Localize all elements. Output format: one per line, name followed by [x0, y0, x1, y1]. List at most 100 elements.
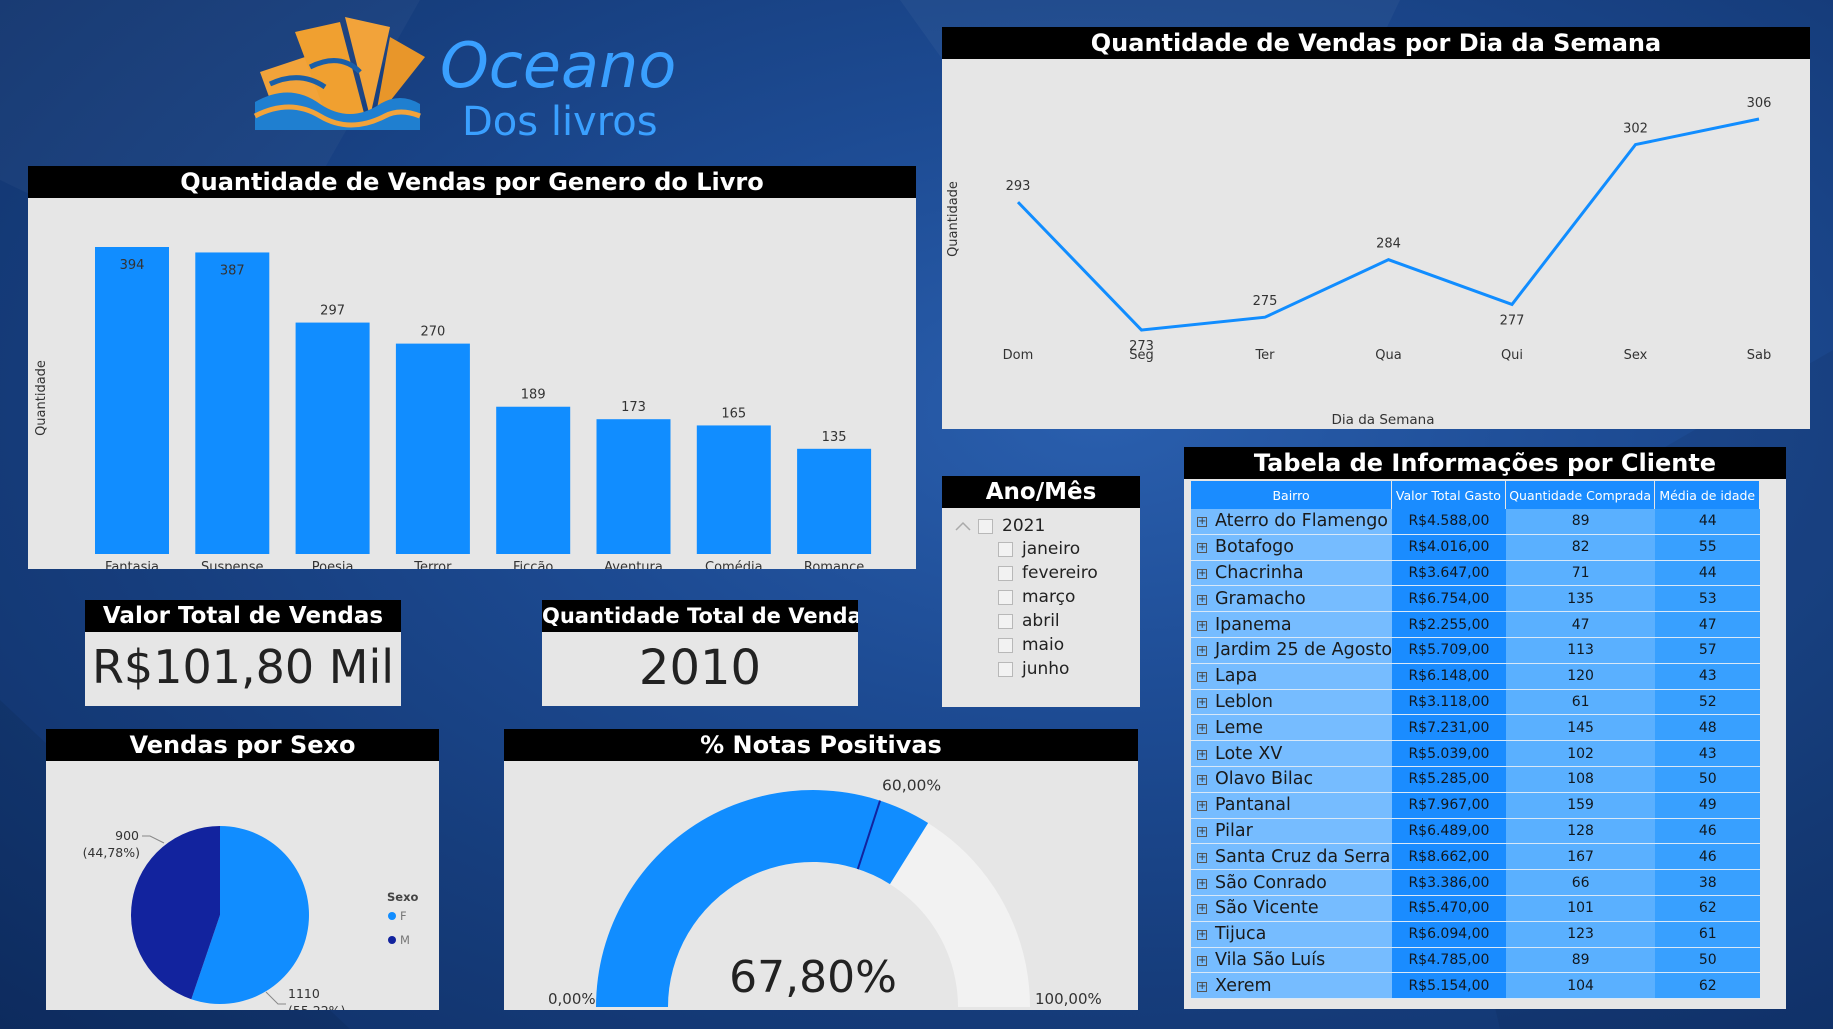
column-header[interactable]: Média de idade: [1655, 481, 1760, 509]
year-checkbox[interactable]: [978, 518, 993, 534]
expand-plus-icon[interactable]: +: [1197, 930, 1207, 941]
month-checkbox[interactable]: [998, 541, 1013, 557]
month-checkbox[interactable]: [998, 613, 1013, 629]
table-row[interactable]: + Santa Cruz da Serra R$8.662,00 167 46: [1191, 844, 1760, 871]
column-header[interactable]: Bairro: [1191, 481, 1393, 509]
expand-plus-icon[interactable]: +: [1197, 672, 1207, 683]
expand-plus-icon[interactable]: +: [1197, 594, 1207, 605]
expand-plus-icon[interactable]: +: [1197, 568, 1207, 579]
expand-plus-icon[interactable]: +: [1197, 543, 1207, 554]
expand-plus-icon[interactable]: +: [1197, 723, 1207, 734]
bairro-cell: + Tijuca: [1191, 921, 1393, 948]
legend-label: M: [400, 933, 410, 947]
column-header[interactable]: Quantidade Comprada: [1505, 481, 1656, 509]
card-valor-total[interactable]: Valor Total de Vendas R$101,80 Mil: [85, 600, 401, 706]
bar-Aventura[interactable]: [596, 419, 671, 554]
table-row[interactable]: + Lapa R$6.148,00 120 43: [1191, 663, 1760, 690]
expand-plus-icon[interactable]: +: [1197, 646, 1207, 657]
table-row[interactable]: + Aterro do Flamengo R$4.588,00 89 44: [1191, 509, 1760, 535]
expand-plus-icon[interactable]: +: [1197, 826, 1207, 837]
slicer-month-março[interactable]: março: [998, 587, 1075, 607]
media-idade-cell: 48: [1655, 715, 1760, 742]
bairro-label: Tijuca: [1215, 924, 1267, 945]
series-line[interactable]: [1016, 117, 1760, 332]
column-header[interactable]: Valor Total Gasto: [1392, 481, 1506, 509]
genre-bar-chart[interactable]: 394 Fantasia 387 Suspense 297 Poesia 270 Terror…: [28, 198, 916, 593]
month-checkbox[interactable]: [998, 637, 1013, 653]
legend-marker-M[interactable]: [388, 936, 396, 944]
valor-cell: R$6.754,00: [1392, 586, 1506, 613]
table-row[interactable]: + Ipanema R$2.255,00 47 47: [1191, 612, 1760, 638]
card-quantidade-total[interactable]: Quantidade Total de Vendas 2010: [542, 600, 858, 706]
slice-value-label: 1110: [288, 986, 320, 1001]
bairro-label: Xerem: [1215, 975, 1272, 996]
bar-Romance[interactable]: [797, 448, 872, 554]
valor-cell: R$3.386,00: [1392, 870, 1506, 896]
table-row[interactable]: + Lote XV R$5.039,00 102 43: [1191, 741, 1760, 767]
bar-Suspense[interactable]: [195, 252, 270, 554]
table-row[interactable]: + São Conrado R$3.386,00 66 38: [1191, 870, 1760, 896]
collapse-chevron-icon[interactable]: [954, 520, 972, 532]
weekday-line-chart-panel[interactable]: Quantidade de Vendas por Dia da Semana 2…: [942, 27, 1810, 429]
ano-mes-slicer[interactable]: Ano/Mês 2021 janeiro fevereiro março abril m…: [942, 476, 1140, 707]
bairro-cell: + Lote XV: [1191, 741, 1393, 767]
point-data-label: 306: [1747, 96, 1772, 111]
expand-plus-icon[interactable]: +: [1197, 981, 1207, 992]
quantidade-cell: 82: [1505, 534, 1656, 561]
table-row[interactable]: + Tijuca R$6.094,00 123 61: [1191, 921, 1760, 948]
expand-plus-icon[interactable]: +: [1197, 852, 1207, 863]
table-row[interactable]: + Chacrinha R$3.647,00 71 44: [1191, 560, 1760, 587]
notas-positivas-gauge[interactable]: 60,00% 67,80% 0,00% 100,00%: [504, 761, 1138, 1010]
expand-plus-icon[interactable]: +: [1197, 517, 1207, 528]
table-row[interactable]: + Leme R$7.231,00 145 48: [1191, 715, 1760, 742]
clientes-table[interactable]: Bairro Valor Total Gasto Quantidade Compra…: [1191, 481, 1760, 1000]
bairro-label: Olavo Bilac: [1215, 769, 1314, 790]
table-row[interactable]: + Olavo Bilac R$5.285,00 108 50: [1191, 766, 1760, 793]
table-row[interactable]: + Leblon R$3.118,00 61 52: [1191, 689, 1760, 716]
month-checkbox[interactable]: [998, 661, 1013, 677]
expand-plus-icon[interactable]: +: [1197, 749, 1207, 760]
bar-data-label: 270: [420, 325, 445, 340]
legend-marker-F[interactable]: [388, 912, 396, 920]
bairro-label: Lapa: [1215, 666, 1258, 687]
bairro-cell: + Chacrinha: [1191, 560, 1393, 587]
expand-plus-icon[interactable]: +: [1197, 801, 1207, 812]
expand-plus-icon[interactable]: +: [1197, 775, 1207, 786]
bairro-cell: + Gramacho: [1191, 586, 1393, 613]
expand-plus-icon[interactable]: +: [1197, 904, 1207, 915]
bar-Ficção[interactable]: [496, 406, 571, 554]
month-checkbox[interactable]: [998, 565, 1013, 581]
table-row[interactable]: + Pilar R$6.489,00 128 46: [1191, 818, 1760, 845]
bar-data-label: 165: [721, 406, 746, 421]
table-row[interactable]: + Botafogo R$4.016,00 82 55: [1191, 534, 1760, 561]
slicer-month-janeiro[interactable]: janeiro: [998, 539, 1080, 559]
notas-positivas-gauge-panel[interactable]: % Notas Positivas 60,00% 67,80% 0,00% 100,0…: [504, 729, 1138, 1010]
tabela-clientes-panel[interactable]: Tabela de Informações por Cliente Bairro…: [1184, 447, 1786, 1009]
month-checkbox[interactable]: [998, 589, 1013, 605]
bar-Poesia[interactable]: [295, 322, 370, 554]
slicer-month-junho[interactable]: junho: [998, 659, 1069, 679]
table-row[interactable]: + Jardim 25 de Agosto R$5.709,00 113 57: [1191, 637, 1760, 664]
table-row[interactable]: + Vila São Luís R$4.785,00 89 50: [1191, 947, 1760, 974]
table-row[interactable]: + São Vicente R$5.470,00 101 62: [1191, 895, 1760, 922]
slicer-year-row[interactable]: 2021: [954, 516, 1045, 536]
table-row[interactable]: + Xerem R$5.154,00 104 62: [1191, 973, 1760, 1000]
expand-plus-icon[interactable]: +: [1197, 697, 1207, 708]
valor-cell: R$6.489,00: [1392, 818, 1506, 845]
sexo-pie-chart[interactable]: 1110 (55,22%) 900 (44,78%) Sexo FM: [46, 761, 439, 1018]
media-idade-cell: 53: [1655, 586, 1760, 613]
bar-Fantasia[interactable]: [95, 247, 169, 554]
vendas-por-sexo-panel[interactable]: Vendas por Sexo 1110 (55,22%) 900 (44,78%) S…: [46, 729, 439, 1018]
slicer-month-abril[interactable]: abril: [998, 611, 1060, 631]
bar-Comédia[interactable]: [696, 425, 771, 554]
expand-plus-icon[interactable]: +: [1197, 620, 1207, 631]
expand-plus-icon[interactable]: +: [1197, 955, 1207, 966]
table-row[interactable]: + Gramacho R$6.754,00 135 53: [1191, 586, 1760, 613]
slicer-month-fevereiro[interactable]: fevereiro: [998, 563, 1098, 583]
weekday-line-chart[interactable]: 293Dom273Seg275Ter284Qua277Qui302Sex306S…: [942, 59, 1810, 429]
expand-plus-icon[interactable]: +: [1197, 878, 1207, 889]
slicer-month-maio[interactable]: maio: [998, 635, 1064, 655]
genre-bar-chart-panel[interactable]: Quantidade de Vendas por Genero do Livro…: [28, 166, 916, 593]
table-row[interactable]: + Pantanal R$7.967,00 159 49: [1191, 792, 1760, 819]
bar-Terror[interactable]: [395, 343, 470, 554]
